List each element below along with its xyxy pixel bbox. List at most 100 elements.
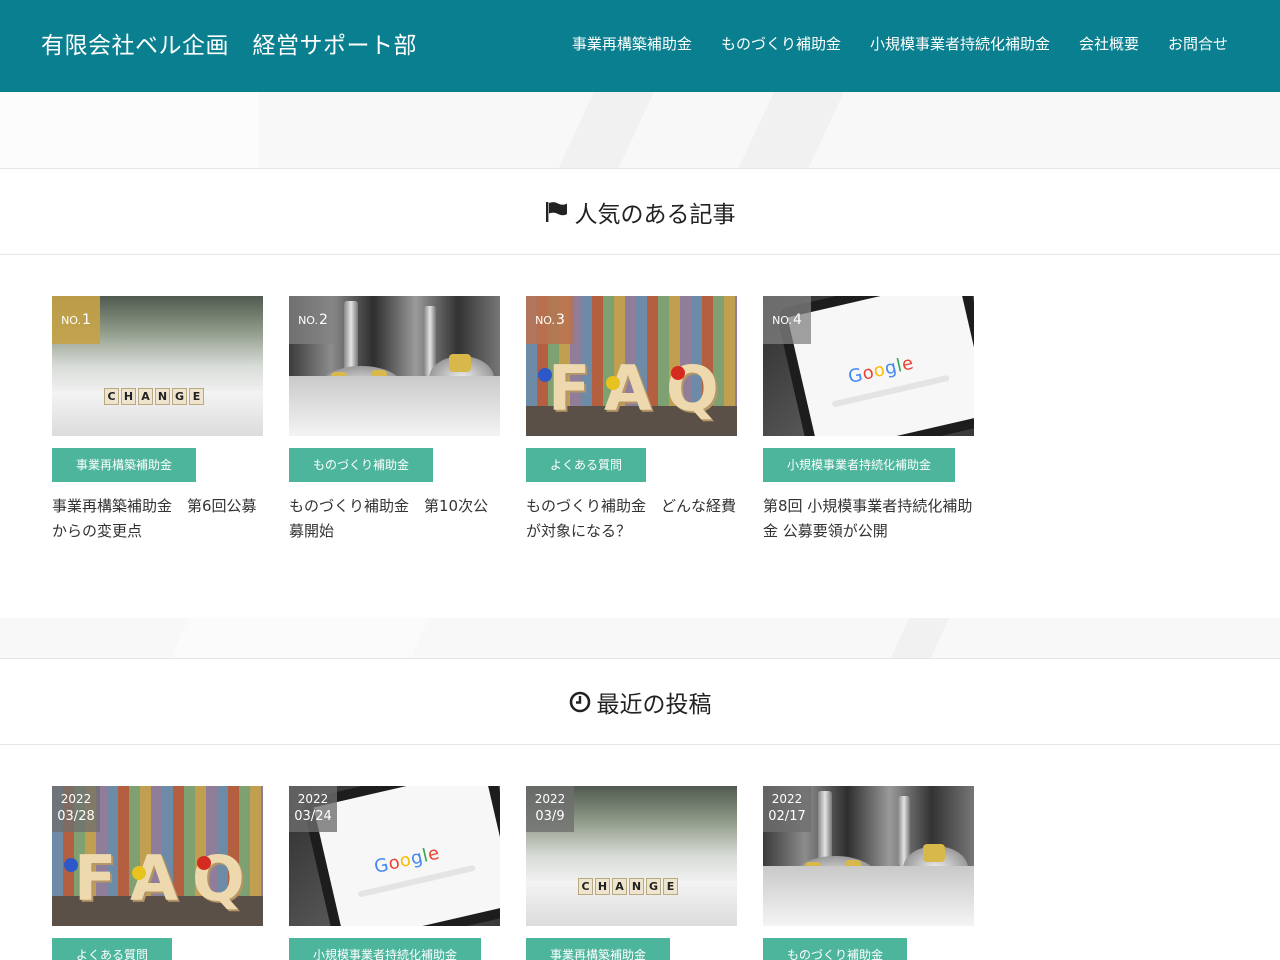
rank-badge: NO. 3 (526, 296, 574, 344)
category-label[interactable]: よくある質問 (526, 448, 647, 482)
popular-card: NO. 2 ものづくり補助金 ものづくり補助金 第10次公募開始 (289, 296, 500, 544)
rank-number: 3 (556, 312, 565, 328)
recent-card: CHANGE 2022 03/9 事業再構築補助金 (526, 786, 737, 960)
nav-item-small-business[interactable]: 小規模事業者持続化補助金 (870, 33, 1050, 54)
change-letter-tiles: CHANGE (104, 388, 204, 405)
popular-thumb-milling[interactable]: NO. 2 (289, 296, 500, 436)
letter-tile: A (138, 388, 153, 405)
letter-tile: E (663, 878, 678, 895)
image-phone-screen: Google (787, 296, 974, 436)
figure-blue (538, 368, 552, 382)
figure-red (671, 366, 685, 380)
letter-tile: N (629, 878, 644, 895)
letter-tile: A (612, 878, 627, 895)
category-label[interactable]: よくある質問 (52, 938, 173, 960)
date-monthday: 02/17 (768, 809, 806, 824)
hero-band-shape (736, 92, 854, 168)
site-title[interactable]: 有限会社ベル企画 経営サポート部 (41, 26, 417, 60)
recent-thumb-change[interactable]: CHANGE 2022 03/9 (526, 786, 737, 926)
recent-thumb-milling[interactable]: 2022 02/17 (763, 786, 974, 926)
date-monthday: 03/9 (535, 809, 565, 824)
global-nav: 事業再構築補助金 ものづくり補助金 小規模事業者持続化補助金 会社概要 お問合せ (543, 33, 1228, 54)
figure-yellow (132, 866, 146, 880)
figure-red (197, 856, 211, 870)
popular-card: F A Q NO. 3 よくある質問 ものづくり補助金 どんな経費が対象になる？ (526, 296, 737, 544)
letter-tile: N (155, 388, 170, 405)
date-badge: 2022 03/9 (526, 786, 574, 832)
hero-band-shape (556, 92, 664, 168)
faq-letter: F (74, 842, 117, 915)
rank-badge: NO. 2 (289, 296, 337, 344)
rank-number: 4 (793, 312, 802, 328)
popular-heading-bar: 人気のある記事 (0, 168, 1280, 255)
faq-letter: F (548, 352, 591, 425)
category-label[interactable]: 事業再構築補助金 (52, 448, 197, 482)
letter-tile: C (104, 388, 119, 405)
hero-band (0, 92, 1280, 168)
category-label[interactable]: 小規模事業者持続化補助金 (289, 938, 482, 960)
rank-badge: NO. 1 (52, 296, 100, 344)
date-year: 2022 (60, 792, 92, 806)
divider-band (0, 618, 1280, 658)
hero-band-shade (0, 92, 258, 168)
article-title[interactable]: 第8回 小規模事業者持続化補助金 公募要領が公開 (763, 494, 974, 544)
image-insert (449, 354, 471, 372)
article-title[interactable]: ものづくり補助金 第10次公募開始 (289, 494, 500, 544)
rank-prefix: NO. (535, 313, 555, 327)
image-insert (923, 844, 945, 862)
date-monthday: 03/24 (294, 809, 332, 824)
popular-thumb-faq[interactable]: F A Q NO. 3 (526, 296, 737, 436)
popular-heading: 人気のある記事 (545, 195, 736, 229)
category-label[interactable]: ものづくり補助金 (763, 938, 908, 960)
date-year: 2022 (534, 792, 566, 806)
popular-thumb-google[interactable]: Google NO. 4 (763, 296, 974, 436)
recent-heading: 最近の投稿 (569, 685, 712, 719)
date-year: 2022 (297, 792, 329, 806)
popular-card: Google NO. 4 小規模事業者持続化補助金 第8回 小規模事業者持続化補助… (763, 296, 974, 544)
date-badge: 2022 03/24 (289, 786, 337, 832)
figure-yellow (606, 376, 620, 390)
nav-item-monozukuri[interactable]: ものづくり補助金 (721, 33, 841, 54)
date-year: 2022 (771, 792, 803, 806)
nav-item-restructuring[interactable]: 事業再構築補助金 (572, 33, 692, 54)
date-badge: 2022 03/28 (52, 786, 100, 832)
recent-card: 2022 02/17 ものづくり補助金 (763, 786, 974, 960)
rank-prefix: NO. (772, 313, 792, 327)
site-header: 有限会社ベル企画 経営サポート部 事業再構築補助金 ものづくり補助金 小規模事業… (0, 0, 1280, 92)
nav-item-company[interactable]: 会社概要 (1079, 33, 1139, 54)
change-letter-tiles: CHANGE (578, 878, 678, 895)
article-title[interactable]: 事業再構築補助金 第6回公募からの変更点 (52, 494, 263, 544)
rank-badge: NO. 4 (763, 296, 811, 344)
category-label[interactable]: 小規模事業者持続化補助金 (763, 448, 956, 482)
rank-prefix: NO. (298, 313, 318, 327)
recent-heading-text: 最近の投稿 (596, 691, 712, 718)
image-base (289, 376, 500, 436)
recent-card: Google 2022 03/24 小規模事業者持続化補助金 (289, 786, 500, 960)
letter-tile: G (646, 878, 661, 895)
rank-number: 2 (319, 312, 328, 328)
recent-thumb-faq[interactable]: F A Q 2022 03/28 (52, 786, 263, 926)
recent-thumb-google[interactable]: Google 2022 03/24 (289, 786, 500, 926)
letter-tile: H (595, 878, 610, 895)
date-badge: 2022 02/17 (763, 786, 811, 832)
nav-item-contact[interactable]: お問合せ (1168, 33, 1228, 54)
category-label[interactable]: ものづくり補助金 (289, 448, 434, 482)
recent-card: F A Q 2022 03/28 よくある質問 (52, 786, 263, 960)
recent-heading-bar: 最近の投稿 (0, 658, 1280, 745)
google-logo: Google (372, 842, 442, 879)
clock-icon (569, 691, 591, 713)
divider-band-shape (886, 618, 954, 658)
divider-band-shape (166, 618, 434, 658)
letter-tile: H (121, 388, 136, 405)
letter-tile: E (189, 388, 204, 405)
letter-tile: C (578, 878, 593, 895)
figure-blue (64, 858, 78, 872)
rank-prefix: NO. (61, 313, 81, 327)
image-phone-screen: Google (313, 786, 500, 926)
article-title[interactable]: ものづくり補助金 どんな経費が対象になる？ (526, 494, 737, 544)
letter-tile: G (172, 388, 187, 405)
google-logo: Google (846, 352, 916, 389)
popular-thumb-change[interactable]: CHANGE NO. 1 (52, 296, 263, 436)
category-label[interactable]: 事業再構築補助金 (526, 938, 671, 960)
popular-heading-text: 人気のある記事 (574, 201, 736, 228)
